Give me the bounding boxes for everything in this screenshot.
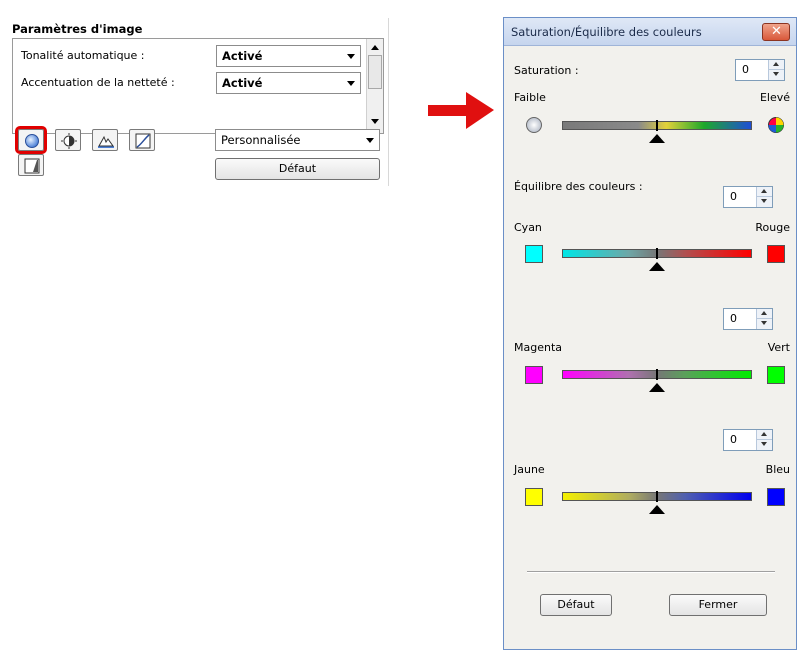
panel-title: Paramètres d'image <box>12 22 143 36</box>
spinner-value[interactable]: 0 <box>730 190 737 203</box>
cyan-red-slider-thumb[interactable] <box>649 262 665 271</box>
cyan-red-spinner[interactable]: 0 <box>723 186 773 208</box>
spin-up-icon[interactable] <box>761 189 767 193</box>
scroll-thumb[interactable] <box>368 55 382 89</box>
magenta-green-slider-thumb[interactable] <box>649 383 665 392</box>
spin-up-icon[interactable] <box>773 62 779 66</box>
default-button[interactable]: Défaut <box>215 158 380 180</box>
saturation-label: Saturation : <box>514 64 579 77</box>
chevron-down-icon <box>347 81 355 86</box>
cyan-swatch <box>525 245 543 263</box>
saturation-slider-thumb[interactable] <box>649 134 665 143</box>
color-balance-label: Équilibre des couleurs : <box>514 180 643 193</box>
slider-center-mark <box>656 491 658 502</box>
green-swatch <box>767 366 785 384</box>
arrow-right-icon <box>428 92 494 129</box>
histogram-button[interactable] <box>92 129 118 151</box>
spinner-buttons[interactable] <box>768 60 784 80</box>
spinner-value[interactable]: 0 <box>742 63 749 76</box>
setting-label: Accentuation de la netteté : <box>21 76 175 89</box>
dialog-titlebar[interactable]: Saturation/Équilibre des couleurs ✕ <box>504 18 796 46</box>
yellow-blue-slider-thumb[interactable] <box>649 505 665 514</box>
spinner-buttons[interactable] <box>756 187 772 207</box>
saturation-high-label: Elevé <box>759 91 790 104</box>
image-settings-panel: Paramètres d'image Tonalité automatique … <box>10 18 390 188</box>
low-saturation-icon <box>526 117 542 133</box>
magenta-swatch <box>525 366 543 384</box>
spin-down-icon[interactable] <box>761 321 767 325</box>
red-label: Rouge <box>755 221 790 234</box>
brightness-contrast-icon <box>61 133 77 149</box>
threshold-button[interactable] <box>18 154 44 176</box>
saturation-button[interactable] <box>15 126 47 154</box>
select-value: Activé <box>222 49 263 63</box>
dialog-title: Saturation/Équilibre des couleurs <box>511 25 702 39</box>
saturation-balance-dialog: Saturation/Équilibre des couleurs ✕ Satu… <box>503 17 797 650</box>
sharpness-select[interactable]: Activé <box>216 72 361 94</box>
settings-list: Tonalité automatique : Activé Accentuati… <box>12 38 384 134</box>
brightness-contrast-button[interactable] <box>55 129 81 151</box>
default-button[interactable]: Défaut <box>540 594 612 616</box>
chevron-down-icon <box>347 54 355 59</box>
magenta-green-spinner[interactable]: 0 <box>723 308 773 330</box>
saturation-spinner[interactable]: 0 <box>735 59 785 81</box>
select-value: Activé <box>222 76 263 90</box>
slider-center-mark <box>656 248 658 259</box>
cyan-label: Cyan <box>514 221 542 234</box>
blue-swatch <box>767 488 785 506</box>
yellow-blue-spinner[interactable]: 0 <box>723 429 773 451</box>
preset-select[interactable]: Personnalisée <box>215 129 380 151</box>
setting-label: Tonalité automatique : <box>21 49 145 62</box>
red-swatch <box>767 245 785 263</box>
slider-center-mark <box>656 369 658 380</box>
close-glyph: ✕ <box>771 24 782 39</box>
blue-label: Bleu <box>765 463 790 476</box>
spin-up-icon[interactable] <box>761 311 767 315</box>
tone-curve-icon <box>135 133 151 149</box>
saturation-icon <box>25 134 39 148</box>
saturation-low-label: Faible <box>514 91 546 104</box>
yellow-label: Jaune <box>514 463 545 476</box>
high-saturation-icon <box>768 117 784 133</box>
tone-curve-button[interactable] <box>129 129 155 151</box>
setting-row-sharpness: Accentuation de la netteté : Activé <box>13 70 365 96</box>
spinner-value[interactable]: 0 <box>730 433 737 446</box>
select-value: Personnalisée <box>221 133 301 147</box>
spin-down-icon[interactable] <box>761 442 767 446</box>
yellow-swatch <box>525 488 543 506</box>
close-icon[interactable]: ✕ <box>762 23 790 41</box>
settings-scrollbar[interactable] <box>366 39 383 133</box>
close-button[interactable]: Fermer <box>669 594 767 616</box>
spin-down-icon[interactable] <box>773 72 779 76</box>
spinner-buttons[interactable] <box>756 430 772 450</box>
setting-row-auto-tone: Tonalité automatique : Activé <box>13 43 365 69</box>
scroll-down-icon[interactable] <box>371 119 379 124</box>
chevron-down-icon <box>366 138 374 143</box>
magenta-label: Magenta <box>514 341 563 354</box>
green-label: Vert <box>767 341 790 354</box>
histogram-icon <box>98 135 114 148</box>
spinner-buttons[interactable] <box>756 309 772 329</box>
spinner-value[interactable]: 0 <box>730 312 737 325</box>
panel-divider <box>388 18 389 186</box>
auto-tone-select[interactable]: Activé <box>216 45 361 67</box>
threshold-icon <box>24 158 40 174</box>
spin-down-icon[interactable] <box>761 199 767 203</box>
slider-center-mark <box>656 120 658 131</box>
scroll-up-icon[interactable] <box>371 45 379 50</box>
spin-up-icon[interactable] <box>761 432 767 436</box>
